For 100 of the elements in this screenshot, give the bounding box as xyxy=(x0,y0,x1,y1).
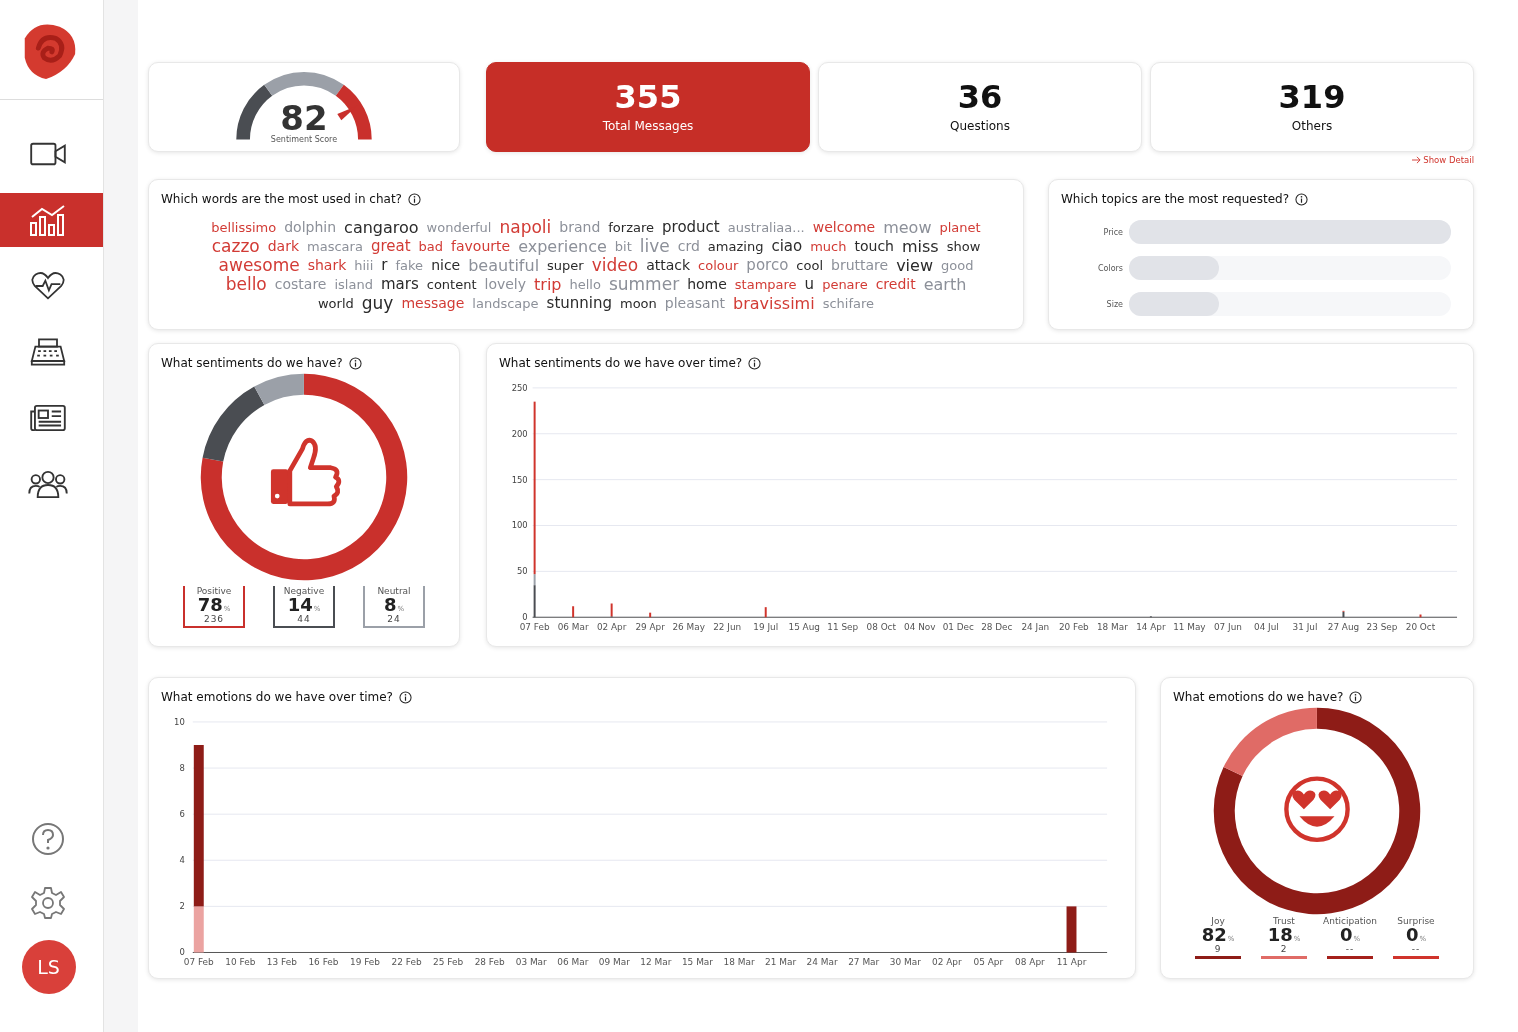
cloud-word: much xyxy=(810,238,847,256)
axis-label: 28 Feb xyxy=(474,957,505,968)
cloud-word: planet xyxy=(939,219,981,237)
cloud-word: cangaroo xyxy=(344,218,419,237)
axis-label: 05 Apr xyxy=(973,957,1004,968)
nav-item[interactable] xyxy=(0,193,103,247)
axis-label: 20 Oct xyxy=(1405,622,1436,633)
legend-count: 2 xyxy=(1280,944,1288,954)
stat-value: 319 xyxy=(1278,81,1346,113)
cloud-word: cool xyxy=(796,257,823,275)
card-title: Which topics are the most requested? xyxy=(1061,192,1289,206)
cloud-word: bit xyxy=(614,238,632,256)
chart-bar xyxy=(572,606,575,618)
chart-bar xyxy=(1419,614,1422,618)
axis-label: 8 xyxy=(179,763,185,774)
legend-percent: 0 xyxy=(1339,924,1353,945)
chart-bar xyxy=(649,612,652,618)
heart-pulse-icon xyxy=(29,271,66,301)
axis-label: 6 xyxy=(179,809,185,820)
axis-label: 19 Jul xyxy=(753,622,779,633)
cloud-word: hello xyxy=(569,276,601,294)
cloud-word: mascara xyxy=(307,238,363,256)
stat-card[interactable]: 319 Others xyxy=(1150,62,1474,152)
legend-count: 236 xyxy=(203,614,225,624)
arrow-icon xyxy=(1412,156,1422,164)
info-icon[interactable] xyxy=(748,356,762,370)
axis-label: 04 Nov xyxy=(904,622,936,633)
cloud-word: colour xyxy=(698,257,739,275)
axis-label: 11 Apr xyxy=(1056,957,1087,968)
axis-label: 10 Feb xyxy=(225,957,256,968)
card-title: What sentiments do we have? xyxy=(161,356,343,370)
stat-value: 36 xyxy=(957,81,1003,113)
info-icon[interactable] xyxy=(408,192,421,206)
info-icon[interactable] xyxy=(1295,192,1308,206)
cloud-word: australiaa... xyxy=(727,219,805,237)
axis-label: 03 Mar xyxy=(515,957,547,968)
cloud-word: video xyxy=(591,256,639,275)
axis-label: 22 Feb xyxy=(391,957,422,968)
axis-label: 2 xyxy=(179,901,185,912)
cloud-word: product xyxy=(662,218,720,237)
cloud-word: trip xyxy=(534,275,562,294)
legend-percent: 0 xyxy=(1405,924,1419,945)
legend-count: 44 xyxy=(297,614,311,624)
stat-value: 355 xyxy=(614,81,682,113)
cloud-word: good xyxy=(941,257,974,275)
axis-label: 16 Feb xyxy=(308,957,339,968)
info-icon[interactable] xyxy=(398,690,412,704)
cloud-word: live xyxy=(639,237,670,256)
info-icon[interactable] xyxy=(348,356,362,370)
info-icon[interactable] xyxy=(1349,690,1363,704)
axis-label: 07 Jun xyxy=(1213,622,1242,633)
cloud-word: welcome xyxy=(812,218,876,237)
cloud-word: bad xyxy=(418,238,444,256)
topic-label: Colors xyxy=(1096,263,1123,273)
cloud-word: lovely xyxy=(484,275,527,294)
legend-count: -- xyxy=(1411,944,1421,954)
cloud-word: bruttare xyxy=(831,256,889,275)
cloud-word: pleasant xyxy=(664,294,725,313)
cloud-word: fake xyxy=(395,257,424,275)
axis-label: 11 Sep xyxy=(827,622,859,633)
score-value: 82 xyxy=(280,101,328,135)
cloud-word: ciao xyxy=(771,237,803,256)
axis-label: 06 Mar xyxy=(557,622,589,633)
axis-label: 100 xyxy=(511,520,528,531)
cloud-word: super xyxy=(547,257,584,275)
cloud-word: island xyxy=(334,276,373,294)
axis-label: 21 Mar xyxy=(765,957,797,968)
stat-label: Questions xyxy=(950,119,1010,133)
cloud-word: hiii xyxy=(354,257,374,275)
axis-label: 06 Mar xyxy=(557,957,589,968)
axis-label: 04 Jul xyxy=(1254,622,1279,633)
stat-card[interactable]: 36 Questions xyxy=(818,62,1142,152)
cloud-word: dark xyxy=(267,237,300,256)
show-detail-link[interactable]: Show Detail xyxy=(1412,154,1474,166)
cloud-word: costare xyxy=(274,275,327,294)
stat-label: Total Messages xyxy=(602,119,694,133)
legend-label: Anticipation xyxy=(1323,916,1377,926)
cash-register-icon xyxy=(29,337,66,367)
axis-label: 02 Apr xyxy=(932,957,962,968)
cloud-word: home xyxy=(687,275,727,294)
heart-eyes-face-icon xyxy=(1284,776,1350,843)
axis-label: 15 Mar xyxy=(681,957,713,968)
stat-card[interactable]: 355 Total Messages xyxy=(486,62,810,152)
legend-label: Joy xyxy=(1211,916,1225,926)
axis-label: 24 Mar xyxy=(806,957,838,968)
legend-label: Positive xyxy=(196,586,232,596)
cloud-word: favourte xyxy=(451,237,511,256)
axis-label: 13 Feb xyxy=(266,957,297,968)
axis-label: 12 Mar xyxy=(640,957,672,968)
axis-label: 26 May xyxy=(672,622,705,633)
settings-icon xyxy=(30,886,65,920)
axis-label: 28 Dec xyxy=(981,622,1013,633)
user-avatar[interactable]: LS xyxy=(21,940,76,994)
axis-label: 09 Mar xyxy=(598,957,630,968)
axis-label: 08 Apr xyxy=(1015,957,1045,968)
legend-label: Trust xyxy=(1273,916,1295,926)
cloud-word: view xyxy=(896,256,933,275)
stat-label: Others xyxy=(1291,119,1333,133)
legend-percent: 18 xyxy=(1267,924,1293,945)
cloud-word: earth xyxy=(923,275,967,294)
